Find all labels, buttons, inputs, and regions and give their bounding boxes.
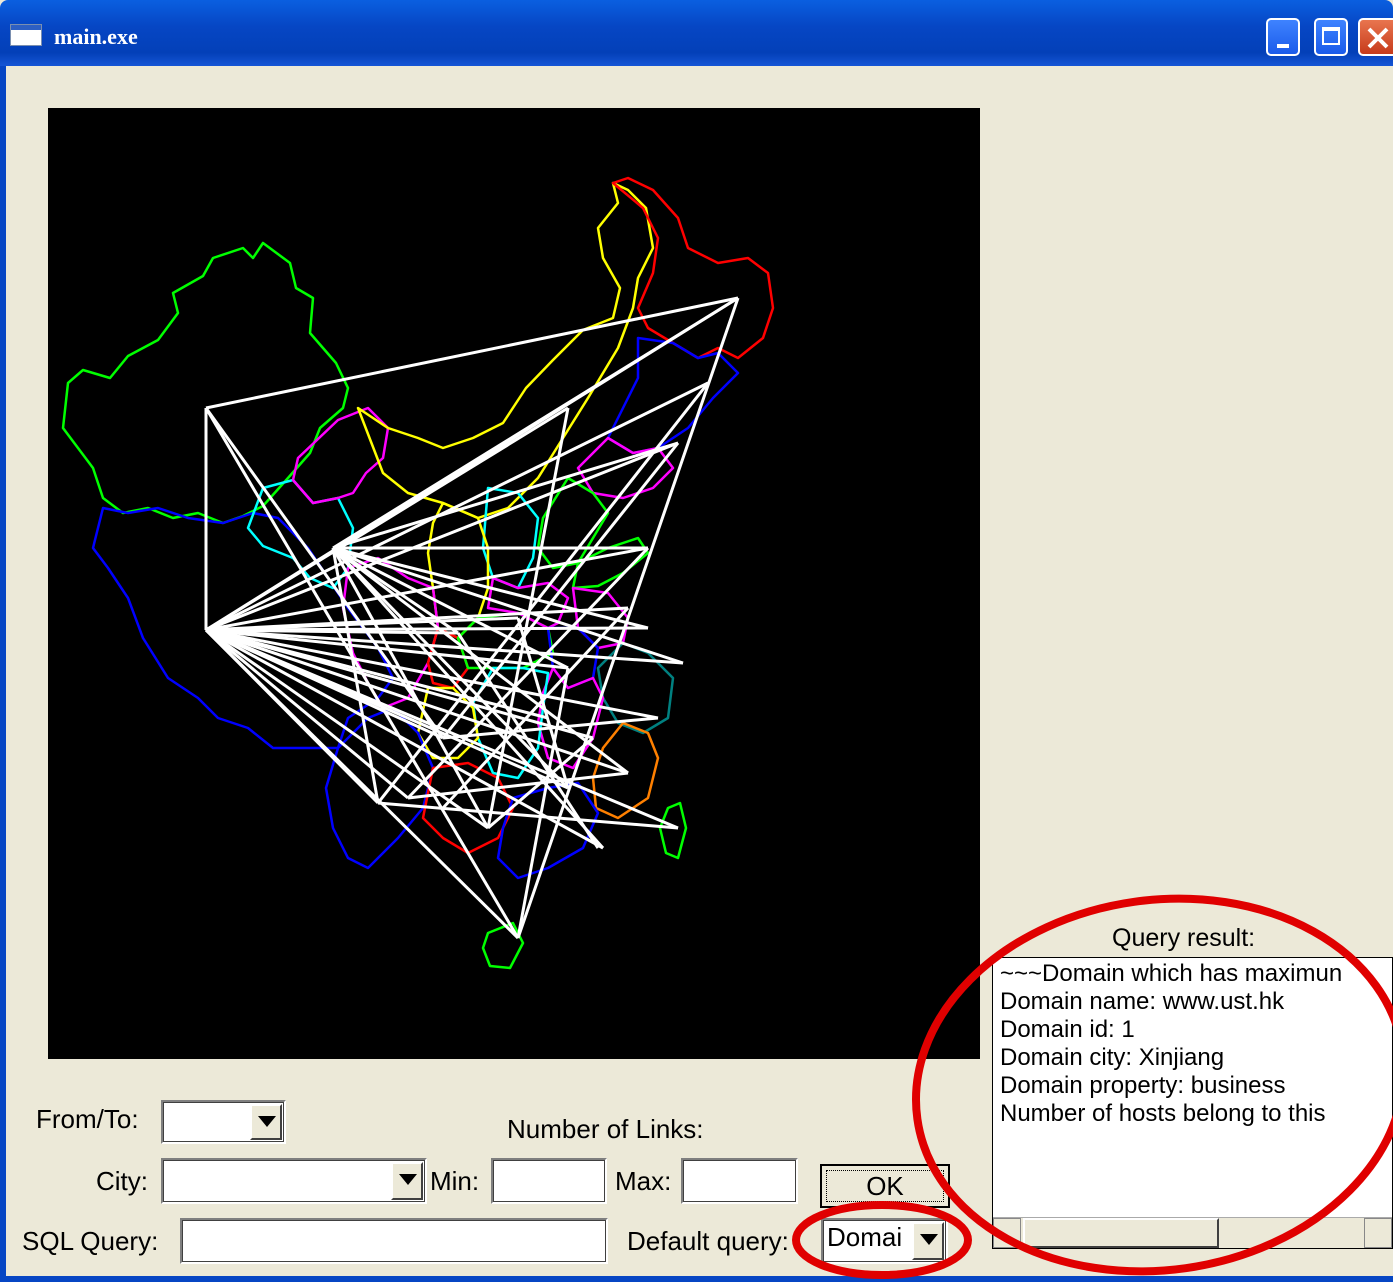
title-bar: main.exe bbox=[0, 0, 1393, 66]
inner-mongolia-border bbox=[356, 181, 655, 520]
app-icon bbox=[10, 24, 42, 46]
network-link bbox=[332, 441, 679, 550]
city-dropdown[interactable] bbox=[161, 1158, 427, 1204]
network-link bbox=[516, 297, 740, 939]
network-link bbox=[332, 546, 629, 775]
network-link bbox=[205, 381, 709, 632]
window-frame-left bbox=[0, 66, 6, 1282]
taiwan-border bbox=[658, 801, 688, 860]
min-label: Min: bbox=[430, 1166, 480, 1196]
query-result-line: ~~~Domain which has maximun bbox=[1000, 960, 1343, 987]
minimize-button[interactable] bbox=[1266, 18, 1300, 56]
number-of-links-label: Number of Links: bbox=[507, 1114, 704, 1144]
hainan-border bbox=[481, 921, 525, 970]
close-icon bbox=[1367, 27, 1389, 49]
city-label: City: bbox=[96, 1166, 148, 1196]
network-link bbox=[205, 628, 659, 720]
heilongjiang-border bbox=[611, 176, 775, 360]
query-result-textbox[interactable]: ~~~Domain which has maximun Domain name:… bbox=[992, 957, 1393, 1249]
chevron-down-icon[interactable] bbox=[912, 1222, 944, 1260]
network-link bbox=[205, 441, 679, 632]
window-frame-bottom bbox=[0, 1276, 1393, 1282]
chevron-down-icon[interactable] bbox=[391, 1162, 423, 1200]
ok-button-label: OK bbox=[866, 1171, 904, 1201]
network-link bbox=[441, 442, 680, 739]
sql-query-input[interactable] bbox=[180, 1218, 608, 1264]
default-query-value: Domai bbox=[827, 1222, 903, 1252]
query-result-line: Number of hosts belong to this bbox=[1000, 1100, 1326, 1127]
query-result-line: Domain id: 1 bbox=[1000, 1016, 1135, 1043]
query-result-line: Domain city: Xinjiang bbox=[1000, 1044, 1225, 1071]
scroll-left-button[interactable] bbox=[993, 1218, 1021, 1248]
chevron-down-icon[interactable] bbox=[250, 1104, 282, 1140]
sql-query-label: SQL Query: bbox=[22, 1226, 159, 1256]
maximize-button[interactable] bbox=[1314, 18, 1348, 56]
network-link bbox=[205, 296, 739, 410]
province-borders bbox=[61, 176, 775, 970]
min-input[interactable] bbox=[491, 1158, 607, 1204]
max-label: Max: bbox=[615, 1166, 672, 1196]
horizontal-scrollbar[interactable] bbox=[993, 1217, 1392, 1248]
max-input[interactable] bbox=[681, 1158, 798, 1204]
network-links bbox=[204, 296, 740, 940]
map-canvas[interactable] bbox=[48, 108, 980, 1059]
ok-button[interactable]: OK bbox=[820, 1164, 950, 1208]
from-to-dropdown[interactable] bbox=[161, 1100, 286, 1144]
close-button[interactable] bbox=[1358, 18, 1393, 56]
default-query-label: Default query: bbox=[627, 1226, 789, 1256]
network-link bbox=[205, 628, 594, 740]
scroll-thumb[interactable] bbox=[1023, 1218, 1219, 1248]
from-to-label: From/To: bbox=[36, 1104, 139, 1134]
window-title: main.exe bbox=[54, 24, 138, 49]
scroll-right-button[interactable] bbox=[1364, 1218, 1392, 1248]
map-svg bbox=[61, 176, 775, 970]
query-result-line: Domain property: business bbox=[1000, 1072, 1286, 1099]
query-result-line: Domain name: www.ust.hk bbox=[1000, 988, 1285, 1015]
query-result-lines: ~~~Domain which has maximun Domain name:… bbox=[1000, 960, 1342, 1128]
query-result-label: Query result: bbox=[1112, 924, 1256, 952]
default-query-dropdown[interactable]: Domai bbox=[821, 1218, 948, 1264]
